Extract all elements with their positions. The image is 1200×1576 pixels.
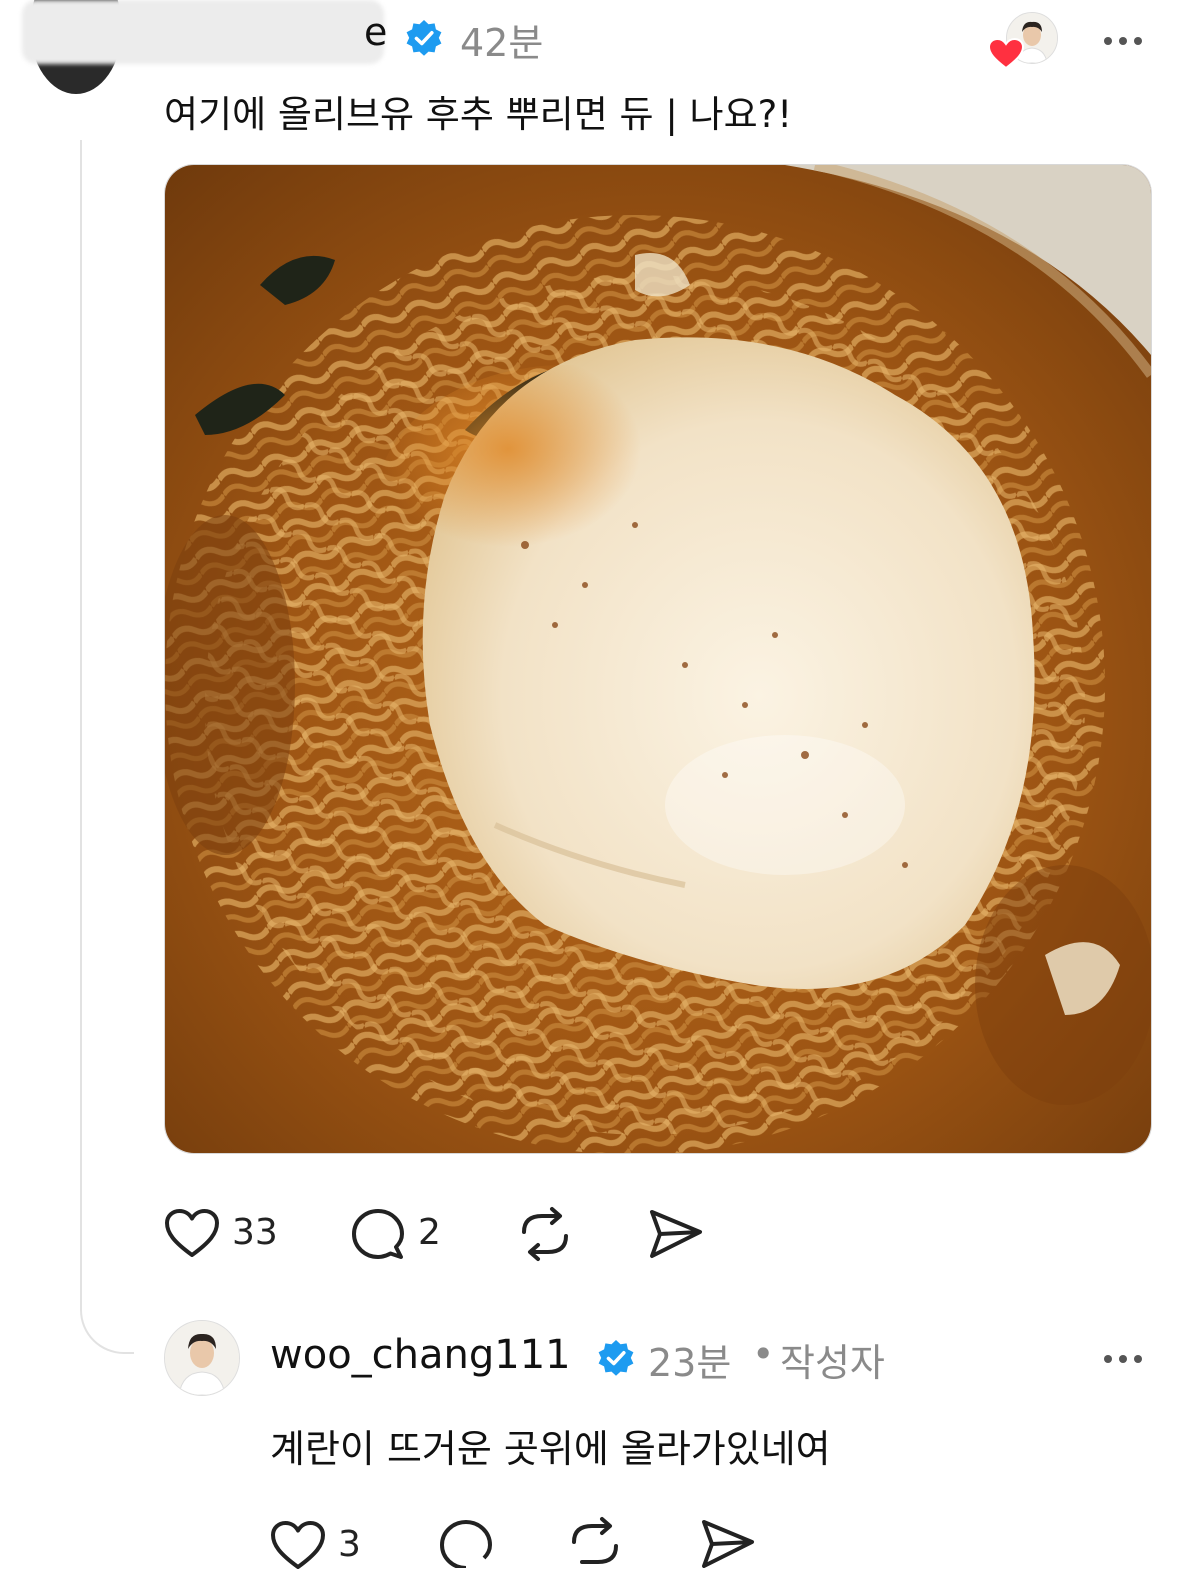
- thread-connector-line: [80, 140, 134, 1354]
- send-icon[interactable]: [700, 1518, 756, 1572]
- repost-icon[interactable]: [516, 1206, 574, 1266]
- verified-badge-icon: [596, 1338, 636, 1378]
- reply-like-count: 3: [338, 1524, 361, 1565]
- reply-count: 2: [418, 1212, 441, 1253]
- like-count: 33: [232, 1212, 278, 1253]
- send-icon[interactable]: [648, 1208, 704, 1264]
- reply-username[interactable]: woo_chang111: [270, 1332, 571, 1378]
- redacted-username: [22, 0, 384, 64]
- red-heart-icon: [987, 37, 1025, 70]
- post-photo[interactable]: [164, 164, 1152, 1154]
- reply-avatar[interactable]: [164, 1320, 240, 1396]
- top-comment-text: 여기에 올리브유 후추 뿌리면 듀 | 나요?!: [164, 93, 793, 136]
- heart-icon[interactable]: [164, 1208, 220, 1264]
- reply-text: 계란이 뜨거운 곳위에 올라가있네여: [270, 1427, 831, 1471]
- more-options-icon[interactable]: [1102, 20, 1144, 55]
- author-label: 작성자: [780, 1341, 885, 1385]
- comment-bubble-icon[interactable]: [438, 1518, 494, 1572]
- comment-bubble-icon[interactable]: [350, 1207, 406, 1267]
- reply-time: 23분: [648, 1341, 732, 1385]
- top-comment-time: 42분: [460, 21, 544, 65]
- repost-icon[interactable]: [566, 1516, 624, 1572]
- verified-badge-icon: [404, 18, 444, 58]
- more-options-icon[interactable]: [1102, 1338, 1144, 1373]
- top-comment-username[interactable]: e: [364, 10, 387, 54]
- separator-dot: •: [752, 1332, 775, 1376]
